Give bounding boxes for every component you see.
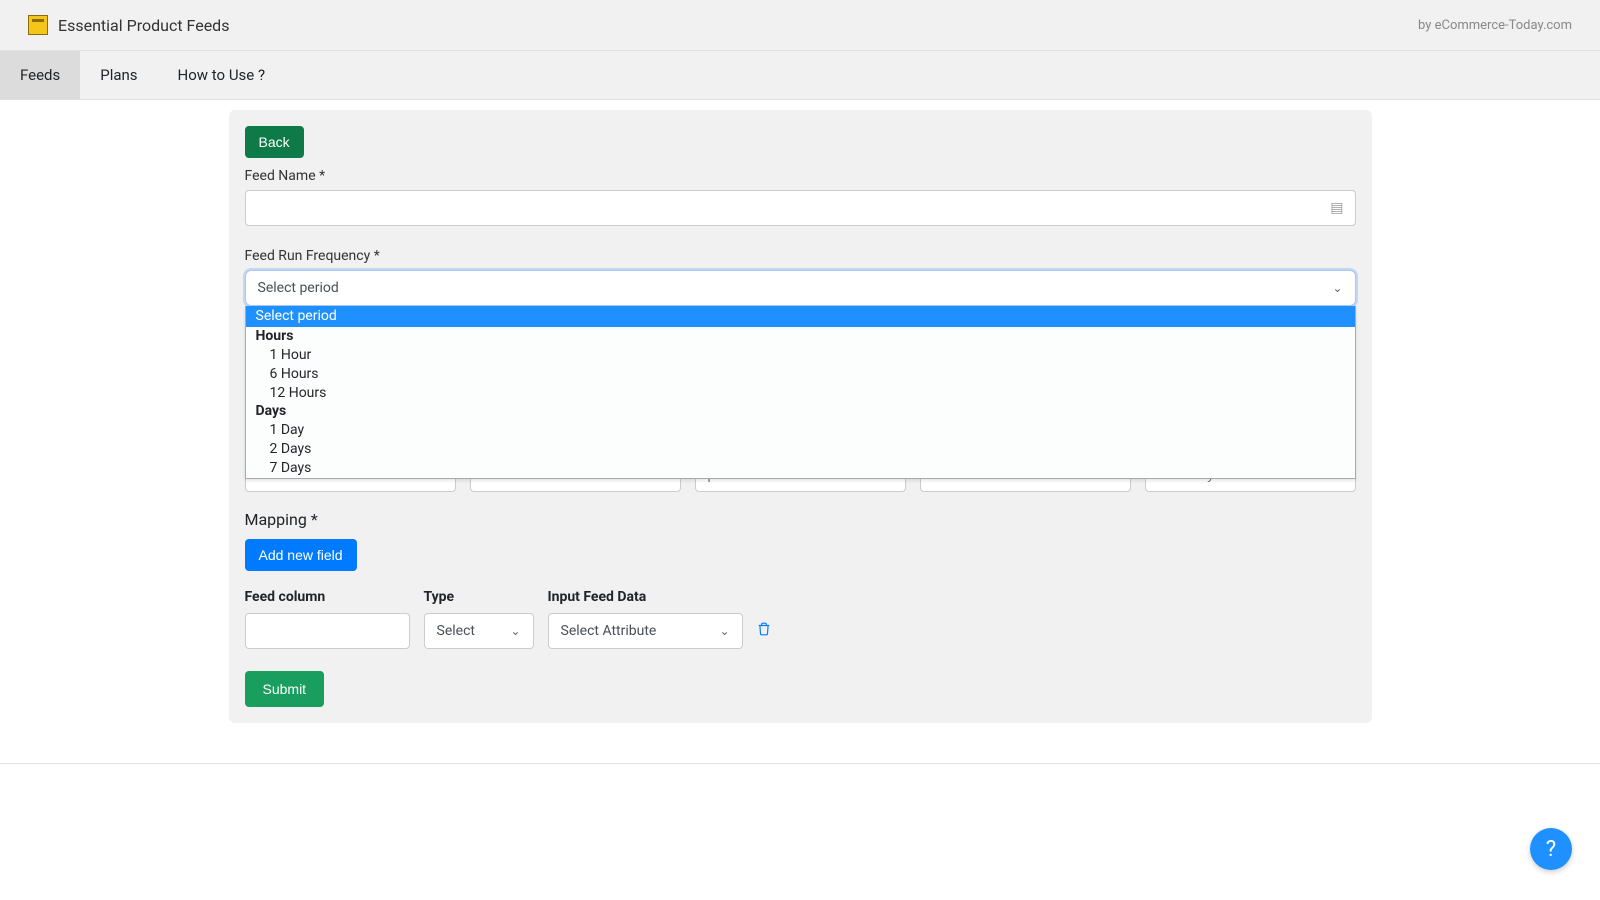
frequency-label: Feed Run Frequency * <box>245 248 1356 264</box>
frequency-select[interactable]: Select period ⌄ <box>245 270 1356 306</box>
tab-how-to-use[interactable]: How to Use ? <box>158 51 286 99</box>
back-button[interactable]: Back <box>245 126 304 158</box>
tabs-bar: Feeds Plans How to Use ? <box>0 51 1600 100</box>
header-left: Essential Product Feeds <box>28 15 229 35</box>
dropdown-option-select-period[interactable]: Select period <box>246 306 1355 327</box>
dropdown-option-7-days[interactable]: 7 Days <box>246 459 1355 478</box>
feed-form-card: Back Feed Name * ▤ Feed Run Frequency * … <box>229 110 1372 723</box>
feed-name-label: Feed Name * <box>245 168 1356 184</box>
add-new-field-button[interactable]: Add new field <box>245 539 357 571</box>
mapping-header-feed-column: Feed column <box>245 589 410 605</box>
dropdown-option-6-hours[interactable]: 6 Hours <box>246 365 1355 384</box>
feed-name-input[interactable] <box>245 190 1356 226</box>
mapping-input-feed-data-select[interactable]: Select Attribute ⌄ <box>548 613 743 649</box>
chevron-down-icon: ⌄ <box>510 624 520 638</box>
mapping-type-select[interactable]: Select ⌄ <box>424 613 534 649</box>
mapping-feed-column-input[interactable] <box>245 613 410 649</box>
mapping-header-row: Feed column Type Input Feed Data <box>245 589 1356 605</box>
dropdown-option-1-hour[interactable]: 1 Hour <box>246 346 1355 365</box>
mapping-row: Select ⌄ Select Attribute ⌄ <box>245 613 1356 649</box>
trash-icon[interactable] <box>757 622 771 640</box>
frequency-selected-text: Select period <box>258 280 339 296</box>
app-title: Essential Product Feeds <box>58 16 229 35</box>
dropdown-option-2-days[interactable]: 2 Days <box>246 440 1355 459</box>
chevron-down-icon: ⌄ <box>719 624 729 638</box>
tab-plans[interactable]: Plans <box>80 51 157 99</box>
frequency-select-wrap: Select period ⌄ Select period Hours 1 Ho… <box>245 270 1356 306</box>
dropdown-group-hours: Hours <box>246 327 1355 346</box>
app-icon <box>28 15 48 35</box>
mapping-label: Mapping * <box>245 510 1356 529</box>
mapping-header-input-feed-data: Input Feed Data <box>548 589 743 605</box>
submit-button[interactable]: Submit <box>245 671 325 707</box>
header-byline: by eCommerce-Today.com <box>1418 18 1572 33</box>
frequency-dropdown: Select period Hours 1 Hour 6 Hours 12 Ho… <box>245 306 1356 479</box>
mapping-header-type: Type <box>424 589 534 605</box>
tab-feeds[interactable]: Feeds <box>0 51 80 99</box>
dropdown-group-days: Days <box>246 402 1355 421</box>
chevron-down-icon: ⌄ <box>1332 281 1342 295</box>
help-bubble[interactable]: ? <box>1530 828 1572 870</box>
dropdown-option-12-hours[interactable]: 12 Hours <box>246 384 1355 403</box>
app-header: Essential Product Feeds by eCommerce-Tod… <box>0 0 1600 51</box>
dropdown-option-1-day[interactable]: 1 Day <box>246 421 1355 440</box>
